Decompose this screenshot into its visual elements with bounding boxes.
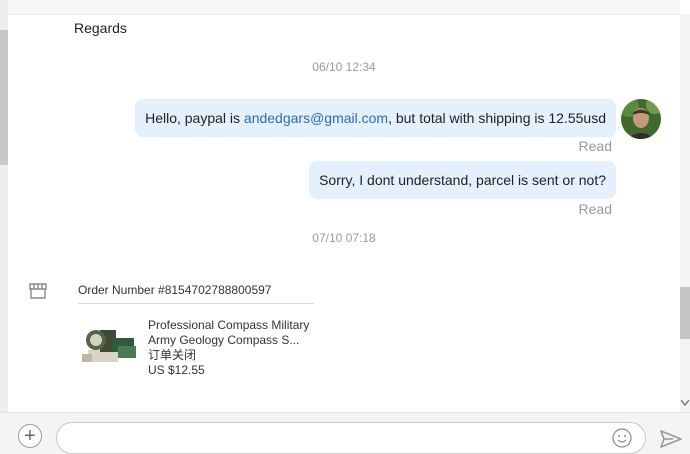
left-scrollbar-thumb[interactable] [0,30,8,165]
message-bubble-outgoing: Sorry, I dont understand, parcel is sent… [309,161,616,199]
message-text: Hello, paypal is [145,110,244,126]
timestamp: 06/10 12:34 [312,60,376,74]
email-link[interactable]: andedgars@gmail.com [244,110,388,126]
read-status: Read [578,201,612,217]
top-strip [8,0,680,15]
chat-scrollbar[interactable] [680,14,690,412]
composer-bar: + [0,412,690,454]
product-image[interactable] [78,316,142,366]
emoji-button[interactable] [612,428,632,448]
chat-scrollbar-thumb[interactable] [680,287,690,339]
previous-message-tail: Regards [74,20,127,36]
order-product[interactable]: Professional Compass Military Army Geolo… [78,304,314,384]
avatar[interactable] [621,99,661,139]
message-bubble-outgoing: Hello, paypal is andedgars@gmail.com, bu… [135,99,616,137]
plus-icon: + [24,425,36,447]
send-icon [660,430,682,448]
store-icon [28,281,48,301]
chat-area: Regards 06/10 12:34 Hello, paypal is and… [8,14,680,412]
message-text: Sorry, I dont understand, parcel is sent… [319,172,606,188]
smiley-icon [612,428,632,448]
message-text: , but total with shipping is 12.55usd [388,110,606,126]
scroll-down-icon[interactable] [680,398,690,408]
product-title[interactable]: Professional Compass Military Army Geolo… [148,318,318,348]
product-price: US $12.55 [148,363,205,377]
timestamp: 07/10 07:18 [312,231,376,245]
send-button[interactable] [660,429,682,449]
order-status: 订单关闭 [148,348,197,362]
order-card[interactable]: Order Number #8154702788800597 Professio… [78,280,314,384]
read-status: Read [578,138,612,154]
left-scrollbar[interactable] [0,0,8,453]
add-attachment-button[interactable]: + [18,424,42,448]
order-number[interactable]: Order Number #8154702788800597 [78,280,314,300]
message-input[interactable] [56,422,646,454]
